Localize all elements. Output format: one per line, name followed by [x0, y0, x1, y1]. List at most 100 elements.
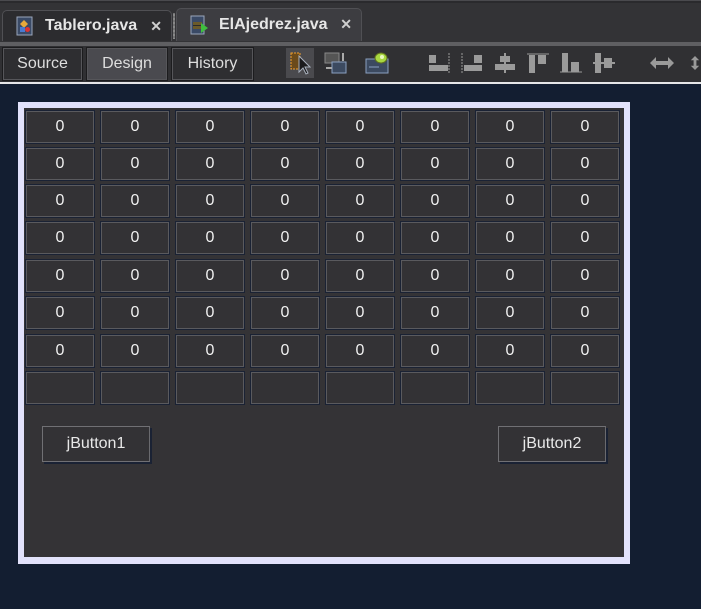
board-cell[interactable]: 0: [250, 259, 320, 293]
board-cell[interactable]: 0: [100, 259, 170, 293]
board-cell[interactable]: 0: [475, 334, 545, 368]
jbutton1[interactable]: jButton1: [42, 426, 150, 462]
board-cell[interactable]: 0: [400, 110, 470, 144]
board-cell[interactable]: 0: [25, 334, 95, 368]
board-cell[interactable]: 0: [25, 147, 95, 181]
board-cell[interactable]: 0: [175, 110, 245, 144]
board-cell[interactable]: [250, 371, 320, 405]
board-cell[interactable]: 0: [325, 221, 395, 255]
resize-horizontal-icon: [650, 57, 674, 69]
board-cell[interactable]: 0: [550, 184, 620, 218]
board-cell[interactable]: 0: [325, 334, 395, 368]
designer-toolbar: Source Design History: [0, 42, 701, 84]
board-cell[interactable]: 0: [100, 296, 170, 330]
board-cell[interactable]: [25, 371, 95, 405]
board-cell[interactable]: 0: [100, 334, 170, 368]
board-cell[interactable]: 0: [550, 221, 620, 255]
form-file-icon: [16, 16, 33, 36]
board-cell[interactable]: 0: [475, 110, 545, 144]
align-left-button[interactable]: [425, 48, 453, 78]
board-cell[interactable]: 0: [550, 110, 620, 144]
board-cell[interactable]: 0: [25, 296, 95, 330]
tab-tablero-java[interactable]: Tablero.java ✕: [2, 10, 172, 41]
board-cell[interactable]: 0: [400, 221, 470, 255]
board-cell[interactable]: [175, 371, 245, 405]
board-cell[interactable]: 0: [250, 221, 320, 255]
board-cell[interactable]: 0: [400, 147, 470, 181]
board-cell[interactable]: 0: [475, 184, 545, 218]
align-top-button[interactable]: [524, 48, 552, 78]
board-cell[interactable]: [550, 371, 620, 405]
board-cell[interactable]: 0: [325, 147, 395, 181]
center-horizontally-icon: [495, 53, 515, 73]
align-left-icon: [429, 53, 450, 73]
tab-elajedrez-java[interactable]: ElAjedrez.java ✕: [176, 8, 362, 41]
board-cell[interactable]: 0: [25, 184, 95, 218]
board-cell[interactable]: 0: [550, 334, 620, 368]
center-horizontally-button[interactable]: [491, 48, 519, 78]
board-cell[interactable]: 0: [100, 147, 170, 181]
board-cell[interactable]: 0: [325, 296, 395, 330]
board-cell[interactable]: 0: [325, 184, 395, 218]
connection-mode-button[interactable]: [322, 48, 350, 78]
board-cell[interactable]: 0: [400, 334, 470, 368]
board-cell[interactable]: 0: [475, 296, 545, 330]
board-cell[interactable]: 0: [550, 259, 620, 293]
preview-design-icon: [365, 52, 389, 74]
board-cell[interactable]: [325, 371, 395, 405]
source-view-button[interactable]: Source: [2, 47, 83, 81]
board-cell[interactable]: 0: [550, 147, 620, 181]
design-view-button[interactable]: Design: [86, 47, 168, 81]
board-cell[interactable]: [475, 371, 545, 405]
board-cell[interactable]: 0: [25, 221, 95, 255]
board-cell[interactable]: 0: [175, 184, 245, 218]
board-cell[interactable]: 0: [250, 147, 320, 181]
jbutton2[interactable]: jButton2: [498, 426, 606, 462]
resize-vertical-icon: [690, 56, 700, 70]
board-cell[interactable]: 0: [475, 259, 545, 293]
board-cell[interactable]: 0: [325, 259, 395, 293]
resize-horizontal-button[interactable]: [648, 48, 676, 78]
close-tab-icon[interactable]: ✕: [340, 16, 352, 33]
tab-bar-top-border: [0, 1, 701, 3]
board-cell[interactable]: 0: [400, 296, 470, 330]
history-view-button[interactable]: History: [171, 47, 254, 81]
tab-label: ElAjedrez.java: [219, 16, 328, 33]
connection-mode-icon: [324, 52, 347, 74]
board-cell[interactable]: 0: [400, 184, 470, 218]
board-cell[interactable]: 0: [100, 184, 170, 218]
board-cell[interactable]: 0: [550, 296, 620, 330]
board-cell[interactable]: 0: [100, 221, 170, 255]
tab-drag-grip: [173, 13, 175, 39]
board-cell[interactable]: 0: [475, 147, 545, 181]
board-cell[interactable]: 0: [175, 296, 245, 330]
jframe-form[interactable]: 0000000000000000000000000000000000000000…: [24, 108, 624, 557]
close-tab-icon[interactable]: ✕: [150, 18, 162, 35]
center-vertically-button[interactable]: [590, 48, 618, 78]
resize-vertical-button[interactable]: [688, 48, 701, 78]
board-cell[interactable]: 0: [25, 110, 95, 144]
board-cell[interactable]: 0: [250, 296, 320, 330]
board-cell[interactable]: 0: [250, 110, 320, 144]
align-right-button[interactable]: [458, 48, 486, 78]
align-bottom-button[interactable]: [557, 48, 585, 78]
board-cell[interactable]: [400, 371, 470, 405]
board-cell[interactable]: 0: [325, 110, 395, 144]
board-cell[interactable]: 0: [400, 259, 470, 293]
editor-tab-bar: Tablero.java ✕ ElAjedrez.java ✕: [0, 0, 701, 42]
board-cell[interactable]: 0: [175, 259, 245, 293]
board-cell[interactable]: [100, 371, 170, 405]
board-cell[interactable]: 0: [175, 221, 245, 255]
board-cell[interactable]: 0: [250, 334, 320, 368]
align-right-icon: [461, 53, 482, 73]
runnable-java-file-icon: [190, 15, 208, 35]
board-cell[interactable]: 0: [250, 184, 320, 218]
board-cell[interactable]: 0: [175, 334, 245, 368]
board-cell[interactable]: 0: [175, 147, 245, 181]
board-cell[interactable]: 0: [100, 110, 170, 144]
board-cell[interactable]: 0: [25, 259, 95, 293]
selection-mode-button[interactable]: [286, 48, 314, 78]
preview-design-button[interactable]: [363, 48, 391, 78]
align-bottom-icon: [560, 53, 582, 73]
board-cell[interactable]: 0: [475, 221, 545, 255]
